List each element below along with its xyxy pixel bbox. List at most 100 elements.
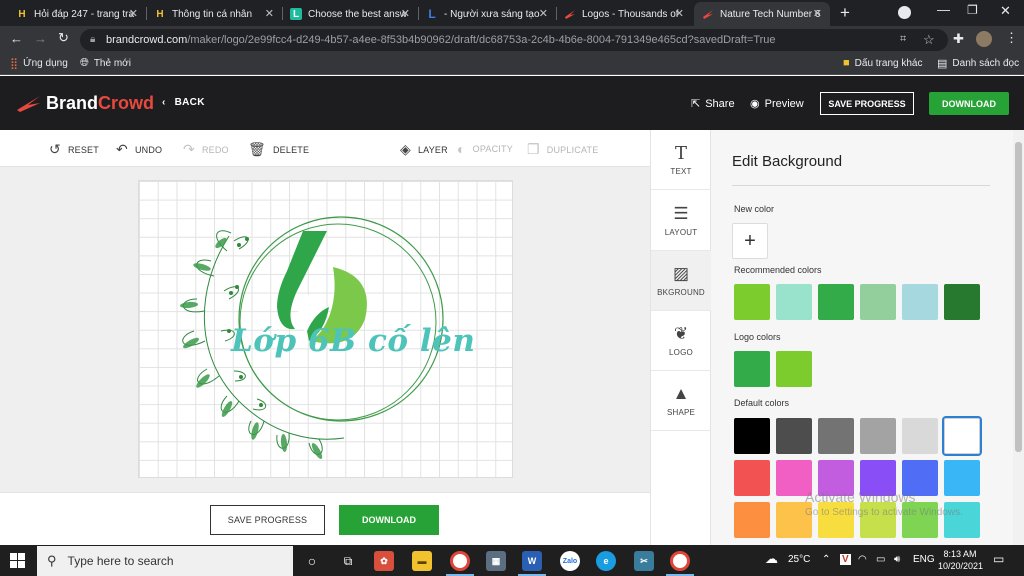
browser-tab[interactable]: L Choose the best answ ✕ (282, 2, 418, 26)
word-icon[interactable]: W (522, 551, 542, 571)
tab-shape[interactable]: ▲ SHAPE (651, 371, 711, 431)
back-arrow-icon[interactable]: ← (10, 31, 23, 46)
browser-tab[interactable]: H Thông tin cá nhân ✕ (146, 2, 282, 26)
close-tab-icon[interactable]: ✕ (675, 7, 684, 20)
default-color-swatch[interactable] (734, 502, 770, 538)
bookmark-new-tab[interactable]: 🌐︎ Thẻ mới (80, 57, 131, 70)
forward-arrow-icon[interactable]: → (34, 31, 47, 46)
close-tab-icon[interactable]: ✕ (401, 7, 410, 20)
vietkey-icon[interactable]: V (840, 554, 851, 565)
bookmark-apps[interactable]: ⣿ Ứng dụng (10, 57, 68, 70)
chrome-icon-2[interactable] (670, 551, 690, 571)
add-color-button[interactable]: + (732, 223, 768, 259)
browser-tab[interactable]: L - Người xưa sáng tạo ✕ (418, 2, 556, 26)
recommended-color-swatch[interactable] (944, 284, 980, 320)
share-button[interactable]: ⇱ Share (691, 97, 735, 111)
bookmark-other[interactable]: ■ Dấu trang khác (843, 57, 922, 69)
close-tab-icon[interactable]: ✕ (539, 7, 548, 20)
delete-button[interactable]: 🗑︎ DELETE (248, 141, 309, 158)
tab-background[interactable]: ▨ BKGROUND (651, 251, 711, 311)
logo-color-swatch[interactable] (734, 351, 770, 387)
recommended-color-swatch[interactable] (776, 284, 812, 320)
layers-icon: ◈ (400, 141, 411, 157)
close-window-icon[interactable]: ✕ (1000, 3, 1011, 19)
task-view-icon[interactable]: ⧉ (338, 551, 358, 571)
browser-tab[interactable]: H Hỏi đáp 247 - trang tra ✕ (8, 2, 146, 26)
recommended-color-swatch[interactable] (860, 284, 896, 320)
show-hidden-icons-icon[interactable]: ⌃ (822, 554, 830, 565)
wifi-icon[interactable]: ◠ (858, 554, 867, 565)
file-explorer-icon[interactable]: ▬ (412, 551, 432, 571)
duplicate-button[interactable]: ❐ DUPLICATE (527, 141, 598, 158)
notifications-icon[interactable]: ▭ (993, 552, 1004, 566)
default-color-swatch[interactable] (734, 460, 770, 496)
paint-app-icon[interactable]: ✿ (374, 551, 394, 571)
preview-button[interactable]: ◉ Preview (750, 97, 804, 111)
bookmark-star-icon[interactable]: ☆ (923, 32, 935, 48)
zalo-icon[interactable]: Zalo (560, 551, 580, 571)
minimize-icon[interactable]: — (937, 2, 950, 17)
browser-tab[interactable]: Logos - Thousands of ✕ (556, 2, 692, 26)
reload-icon[interactable]: ↻ (58, 30, 69, 46)
browser-tab-strip: H Hỏi đáp 247 - trang tra ✕ H Thông tin … (0, 0, 1024, 26)
translate-icon[interactable]: ⌗ (900, 33, 906, 46)
recommended-color-swatch[interactable] (818, 284, 854, 320)
save-progress-button[interactable]: SAVE PROGRESS (820, 92, 914, 115)
language-indicator[interactable]: ENG (913, 554, 935, 565)
plus-icon: + (744, 229, 756, 252)
save-progress-button-bottom[interactable]: SAVE PROGRESS (210, 505, 325, 535)
restore-window-icon[interactable]: ❐ (967, 3, 978, 17)
logo-color-swatch[interactable] (776, 351, 812, 387)
close-tab-icon[interactable]: ✕ (265, 7, 274, 20)
browser-tab-active[interactable]: Nature Tech Number 6 ✕ (694, 2, 830, 26)
reading-list[interactable]: ▤ Danh sách đọc (937, 57, 1019, 70)
volume-icon[interactable]: 🔊︎ (894, 554, 900, 565)
default-color-swatch[interactable] (944, 460, 980, 496)
tab-logo[interactable]: ❦ LOGO (651, 311, 711, 371)
new-tab-plus-icon[interactable]: + (840, 3, 850, 23)
cortana-icon[interactable]: ○ (302, 551, 322, 571)
chrome-icon[interactable] (450, 551, 470, 571)
default-color-swatch[interactable] (776, 418, 812, 454)
logo-text[interactable]: Lớp 6B cố lên (231, 323, 475, 359)
default-color-swatch[interactable] (818, 418, 854, 454)
close-tab-icon[interactable]: ✕ (129, 7, 138, 20)
scrollbar-thumb[interactable] (1015, 142, 1022, 452)
address-bar[interactable]: 🔒︎ brandcrowd.com/maker/logo/2e99fcc4-d2… (80, 29, 948, 51)
edge-icon[interactable]: e (596, 551, 616, 571)
snipping-tool-icon[interactable]: ✂ (634, 551, 654, 571)
reset-button[interactable]: ↺ RESET (49, 141, 99, 158)
close-tab-icon[interactable]: ✕ (813, 7, 822, 20)
system-clock[interactable]: 8:13 AM 10/20/2021 (938, 548, 983, 572)
profile-circle-icon[interactable] (898, 6, 911, 19)
temperature: 25°C (788, 554, 811, 565)
back-link[interactable]: ‹ BACK (162, 97, 205, 108)
layer-button[interactable]: ◈ LAYER (400, 141, 448, 158)
tab-text[interactable]: T TEXT (651, 130, 711, 190)
apps-grid-icon: ⣿ (10, 58, 19, 70)
taskbar-search-box[interactable]: ⚲ Type here to search (37, 546, 293, 576)
battery-icon[interactable]: ▭ (876, 554, 885, 565)
download-button-bottom[interactable]: DOWNLOAD (339, 505, 439, 535)
undo-button[interactable]: ↶ UNDO (116, 141, 162, 158)
default-color-swatch[interactable] (902, 418, 938, 454)
panel-scrollbar[interactable] (1013, 130, 1024, 545)
default-color-swatch[interactable] (942, 416, 982, 456)
windows-start-icon[interactable] (10, 553, 25, 568)
browser-menu-icon[interactable]: ⋮ (1005, 30, 1018, 46)
extensions-puzzle-icon[interactable]: ✚ (953, 31, 964, 47)
brandcrowd-logo[interactable]: Brand Crowd (16, 93, 154, 114)
default-color-swatch[interactable] (860, 418, 896, 454)
recommended-color-swatch[interactable] (734, 284, 770, 320)
calculator-icon[interactable]: ▦ (486, 551, 506, 571)
opacity-icon: ◐ (457, 141, 466, 157)
opacity-button[interactable]: ◐ OPACITY (457, 141, 513, 157)
redo-button[interactable]: ↷ REDO (183, 141, 229, 158)
tab-layout[interactable]: ☰ LAYOUT (651, 191, 711, 251)
download-button[interactable]: DOWNLOAD (929, 92, 1009, 115)
default-color-swatch[interactable] (734, 418, 770, 454)
profile-avatar[interactable] (976, 31, 992, 47)
logo-artboard[interactable]: Lớp 6B cố lên (138, 180, 513, 478)
editor-toolbar: ↺ RESET ↶ UNDO ↷ REDO 🗑︎ DELETE ◈ LAYER ◐ OPAC… (0, 130, 650, 167)
recommended-color-swatch[interactable] (902, 284, 938, 320)
